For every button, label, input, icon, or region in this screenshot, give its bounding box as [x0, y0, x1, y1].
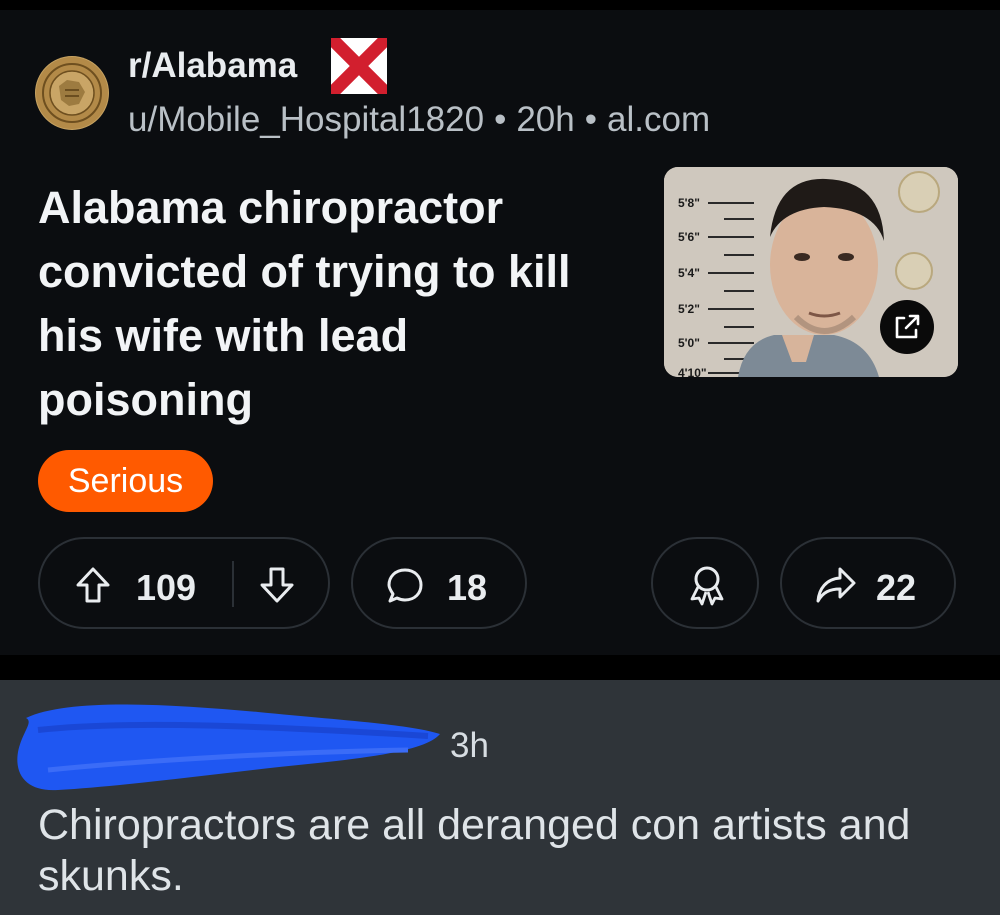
post-card[interactable]: r/Alabama u/Mobile_Hospital1820 • 20h • al.c… [0, 0, 1000, 655]
redacted-username-scribble [17, 704, 440, 791]
share-count: 22 [876, 567, 917, 608]
subreddit-avatar-seal-icon[interactable] [35, 56, 109, 130]
height-mark: 5'2" [678, 302, 700, 316]
upvote-count: 109 [136, 567, 197, 608]
subreddit-name[interactable]: r/Alabama [128, 46, 297, 86]
height-mark: 5'8" [678, 196, 700, 210]
post-flair[interactable]: Serious [38, 450, 213, 512]
meta-separator: • [494, 100, 507, 139]
downvote-arrow-icon[interactable] [258, 565, 296, 605]
section-gap [0, 655, 1000, 680]
vote-bar: 109 [38, 537, 330, 629]
comment-text: Chiropractors are all deranged con artis… [38, 801, 911, 900]
external-link-icon [895, 314, 920, 339]
author-link[interactable]: u/Mobile_Hospital1820 [128, 100, 484, 139]
comment-age: 3h [450, 726, 489, 765]
height-mark: 4'10" [678, 366, 707, 377]
upvote-arrow-icon[interactable] [74, 565, 112, 605]
post-meta: u/Mobile_Hospital1820 • 20h • al.com [128, 100, 710, 140]
height-mark: 5'6" [678, 230, 700, 244]
award-button[interactable] [651, 537, 759, 629]
share-button[interactable]: 22 [780, 537, 956, 629]
top-band [0, 0, 1000, 10]
share-arrow-icon [816, 567, 856, 603]
comments-button[interactable]: 18 [351, 537, 527, 629]
post-domain[interactable]: al.com [607, 100, 710, 139]
height-mark: 5'4" [678, 266, 700, 280]
award-icon [690, 566, 724, 606]
meta-separator: • [584, 100, 598, 139]
comment-count: 18 [447, 567, 488, 608]
post-age: 20h [516, 100, 575, 139]
height-mark: 5'0" [678, 336, 700, 350]
post-title[interactable]: Alabama chiropractor convicted of trying… [38, 176, 598, 432]
comment-bubble-icon [387, 568, 423, 603]
external-link-button[interactable] [880, 300, 934, 354]
vote-divider [232, 561, 234, 607]
alabama-flag-icon [326, 33, 392, 99]
